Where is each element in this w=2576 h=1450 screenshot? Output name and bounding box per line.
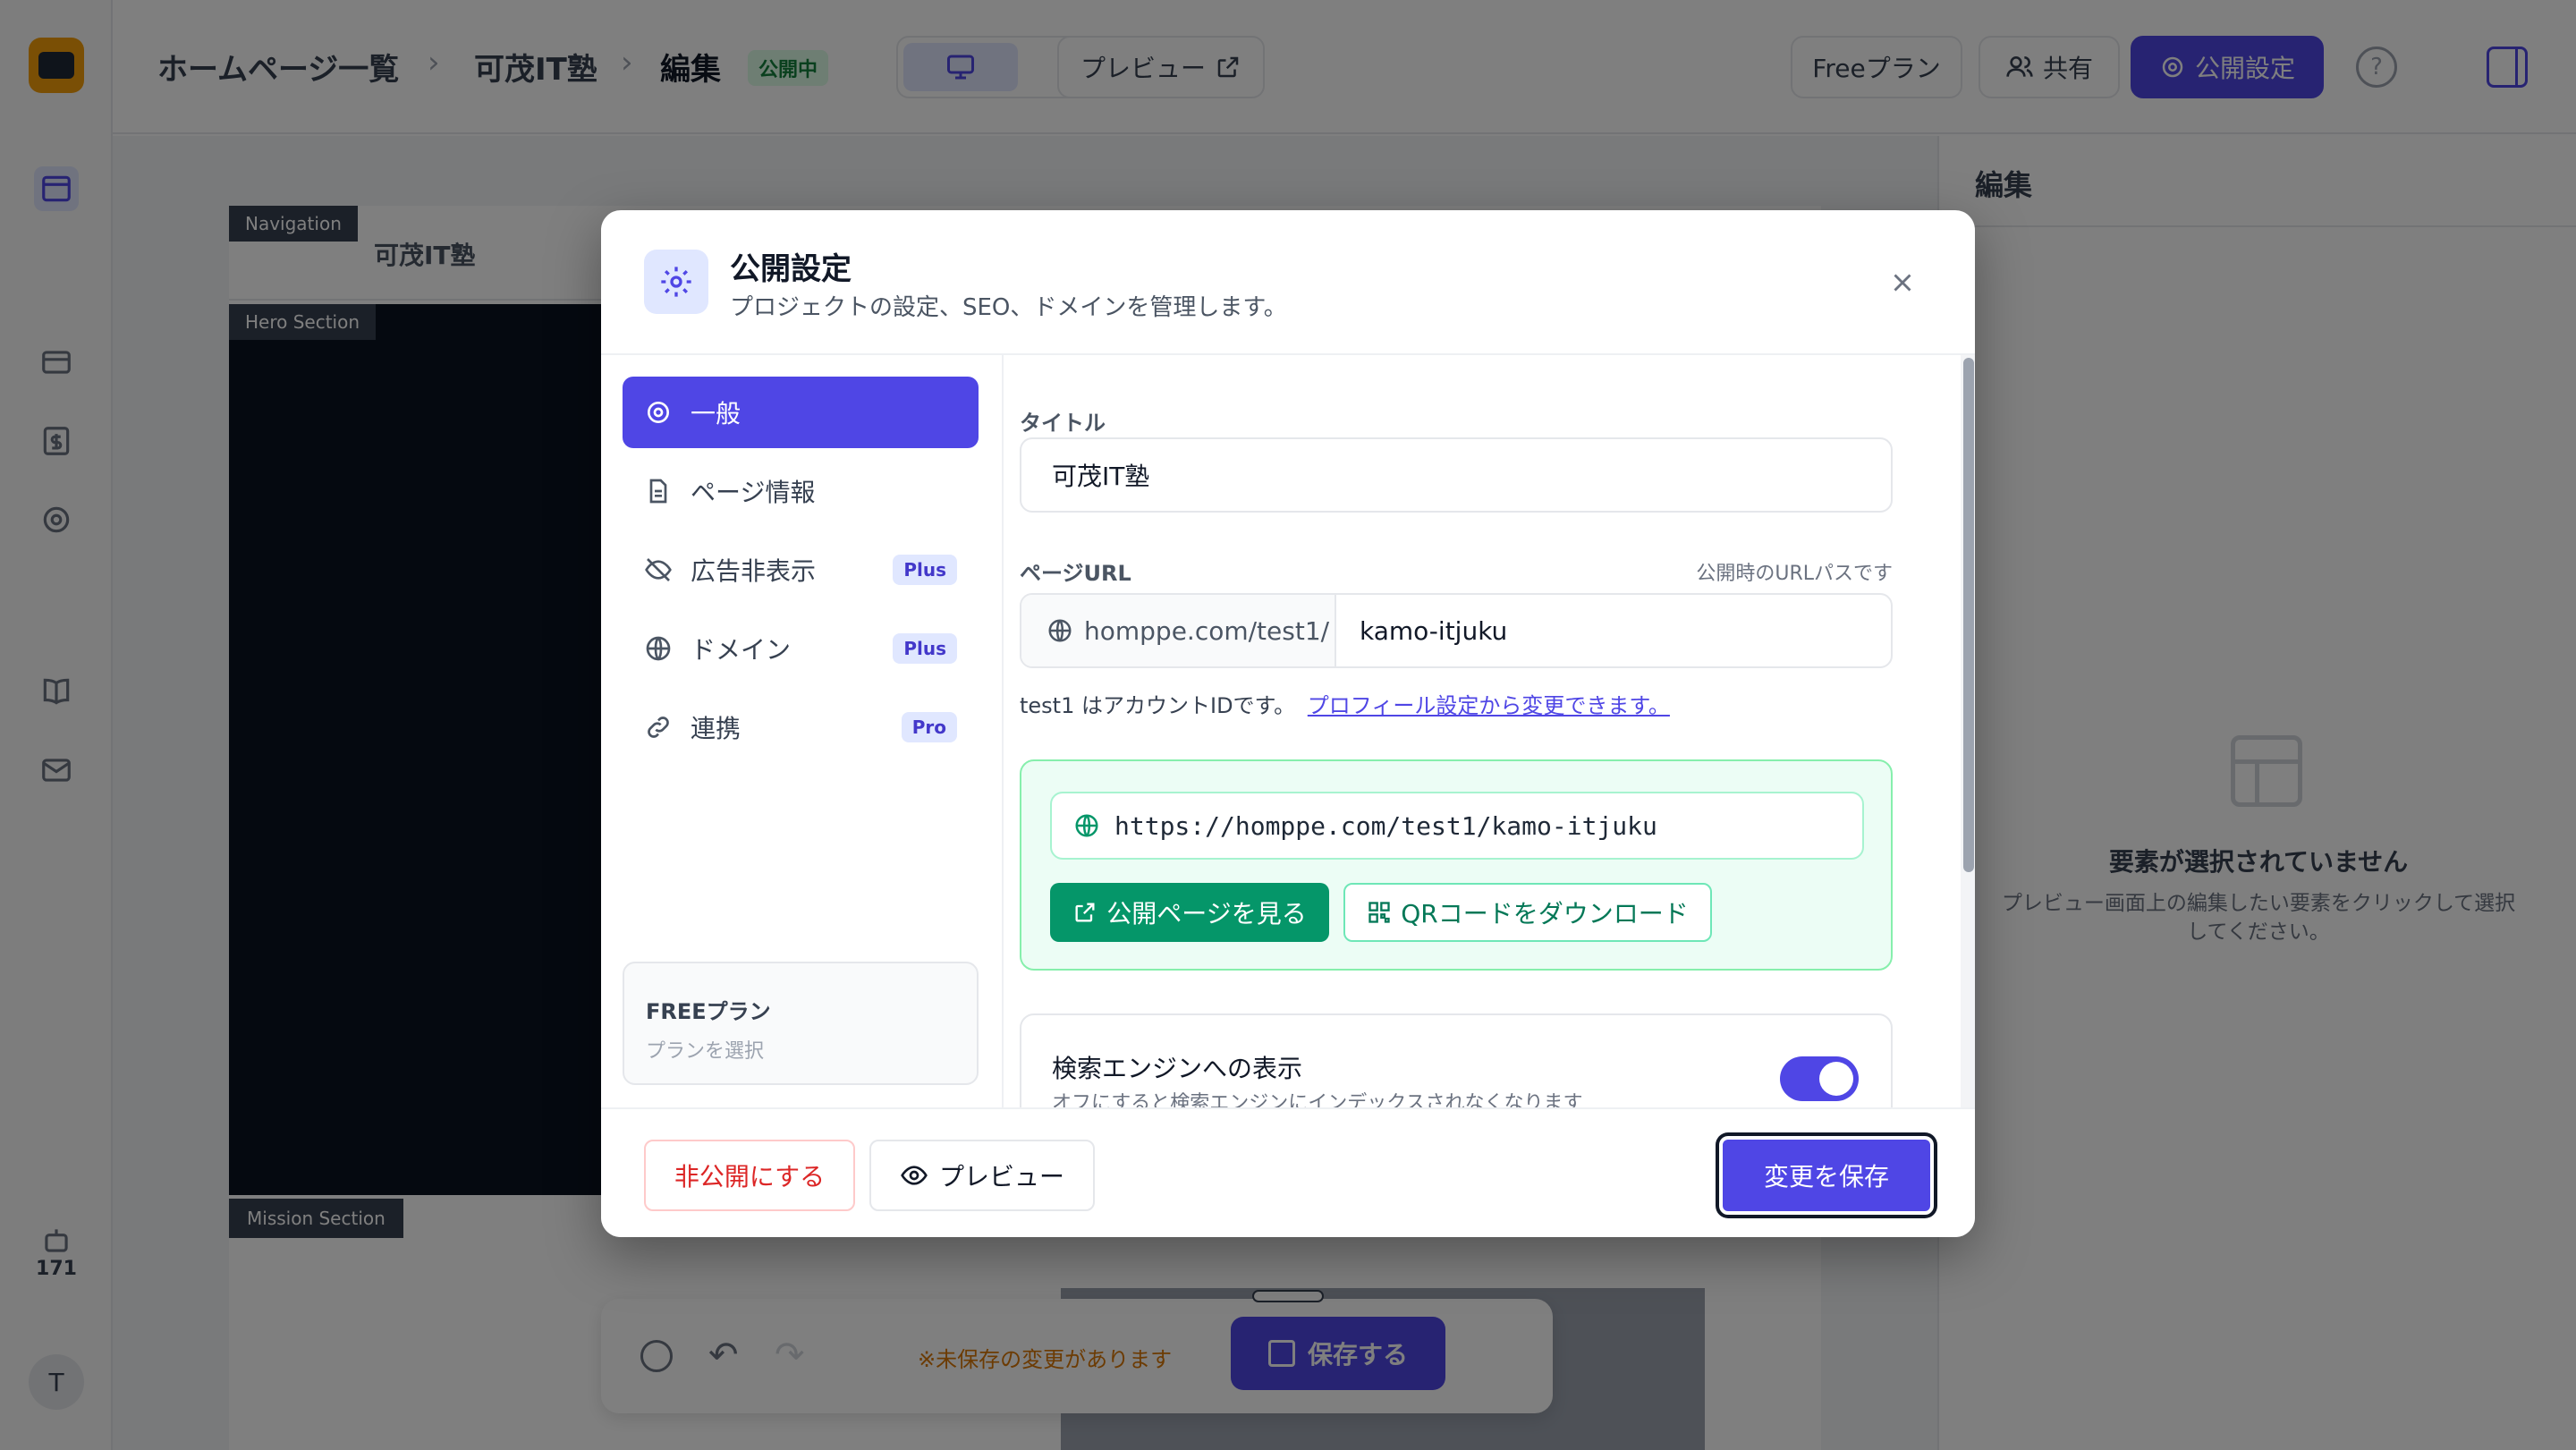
- seo-toggle[interactable]: [1780, 1056, 1859, 1101]
- modal-header: 公開設定 プロジェクトの設定、SEO、ドメインを管理します。: [601, 210, 1975, 355]
- form-scrollbar-thumb[interactable]: [1963, 358, 1974, 872]
- eye-icon: [901, 1166, 928, 1185]
- account-note-text: test1 はアカウントIDです。: [1020, 693, 1296, 718]
- close-icon[interactable]: [1880, 260, 1925, 305]
- unpublish-label: 非公開にする: [674, 1162, 826, 1191]
- url-slug-value: kamo-itjuku: [1360, 615, 1508, 646]
- publish-settings-modal: 公開設定 プロジェクトの設定、SEO、ドメインを管理します。 一般 ページ情報 …: [601, 210, 1975, 1237]
- seo-title: 検索エンジンへの表示: [1052, 1054, 1303, 1083]
- full-url-display: https://homppe.com/test1/kamo-itjuku: [1050, 792, 1864, 860]
- globe-icon: [1075, 814, 1098, 837]
- gear-icon: [644, 250, 708, 314]
- modal-footer: 非公開にする プレビュー 変更を保存: [601, 1107, 1975, 1237]
- external-link-icon: [1075, 903, 1095, 922]
- qr-code-icon: [1368, 902, 1390, 923]
- url-slug-input[interactable]: kamo-itjuku: [1336, 595, 1891, 666]
- title-label: タイトル: [1020, 411, 1106, 436]
- plan-card-title: FREEプラン: [646, 999, 771, 1024]
- save-changes-button[interactable]: 変更を保存: [1719, 1136, 1934, 1215]
- nav-integration-label: 連携: [691, 714, 741, 743]
- link-icon: [648, 717, 669, 738]
- nav-hide-ads-label: 広告非表示: [691, 556, 817, 586]
- download-qr-button[interactable]: QRコードをダウンロード: [1343, 883, 1712, 942]
- url-label: ページURL: [1020, 561, 1131, 586]
- eye-off-icon: [645, 558, 672, 581]
- modal-subtitle: プロジェクトの設定、SEO、ドメインを管理します。: [730, 294, 1287, 321]
- url-prefix-text: homppe.com/test1/: [1084, 615, 1330, 646]
- title-input-value: 可茂IT塾: [1052, 462, 1150, 491]
- seo-desc: オフにすると検索エンジンにインデックスされなくなります: [1052, 1092, 1583, 1107]
- view-public-page-button[interactable]: 公開ページを見る: [1050, 883, 1329, 942]
- plan-card[interactable]: FREEプラン プランを選択: [623, 962, 979, 1085]
- modal-title: 公開設定: [730, 251, 852, 287]
- nav-hide-ads[interactable]: 広告非表示 Plus: [623, 534, 979, 606]
- unpublish-button[interactable]: 非公開にする: [644, 1140, 855, 1211]
- download-qr-label: QRコードをダウンロード: [1401, 899, 1689, 929]
- url-hint: 公開時のURLパスです: [1696, 563, 1893, 585]
- settings-form: タイトル 可茂IT塾 ページURL 公開時のURLパスです homppe.com…: [1005, 355, 1961, 1107]
- document-icon: [649, 479, 667, 504]
- full-url-text: https://homppe.com/test1/kamo-itjuku: [1114, 810, 1657, 841]
- profile-settings-link[interactable]: プロフィール設定から変更できます。: [1308, 693, 1670, 718]
- nav-domain[interactable]: ドメイン Plus: [623, 613, 979, 684]
- globe-icon: [646, 636, 671, 661]
- seo-visibility-card: 検索エンジンへの表示 オフにすると検索エンジンにインデックスされなくなります: [1020, 1013, 1893, 1107]
- save-changes-label: 変更を保存: [1763, 1162, 1889, 1191]
- plan-card-subtitle: プランを選択: [646, 1040, 765, 1063]
- view-public-page-label: 公開ページを見る: [1106, 899, 1307, 929]
- gear-icon: [648, 402, 669, 423]
- url-field: homppe.com/test1/ kamo-itjuku: [1020, 593, 1893, 668]
- account-note: test1 はアカウントIDです。 プロフィール設定から変更できます。: [1020, 688, 1670, 719]
- nav-domain-label: ドメイン: [691, 635, 792, 665]
- preview-button[interactable]: プレビュー: [869, 1140, 1095, 1211]
- nav-general-label: 一般: [691, 399, 741, 428]
- url-prefix: homppe.com/test1/: [1021, 595, 1336, 666]
- nav-page-info[interactable]: ページ情報: [623, 455, 979, 527]
- pro-badge: Pro: [901, 712, 957, 742]
- title-input[interactable]: 可茂IT塾: [1020, 437, 1893, 513]
- plus-badge: Plus: [893, 633, 957, 664]
- nav-page-info-label: ページ情報: [691, 478, 816, 507]
- plus-badge: Plus: [893, 555, 957, 585]
- preview-label: プレビュー: [938, 1162, 1064, 1191]
- nav-integration[interactable]: 連携 Pro: [623, 691, 979, 763]
- published-url-card: https://homppe.com/test1/kamo-itjuku 公開ペ…: [1020, 759, 1893, 971]
- globe-icon: [1048, 619, 1072, 642]
- nav-general[interactable]: 一般: [623, 377, 979, 448]
